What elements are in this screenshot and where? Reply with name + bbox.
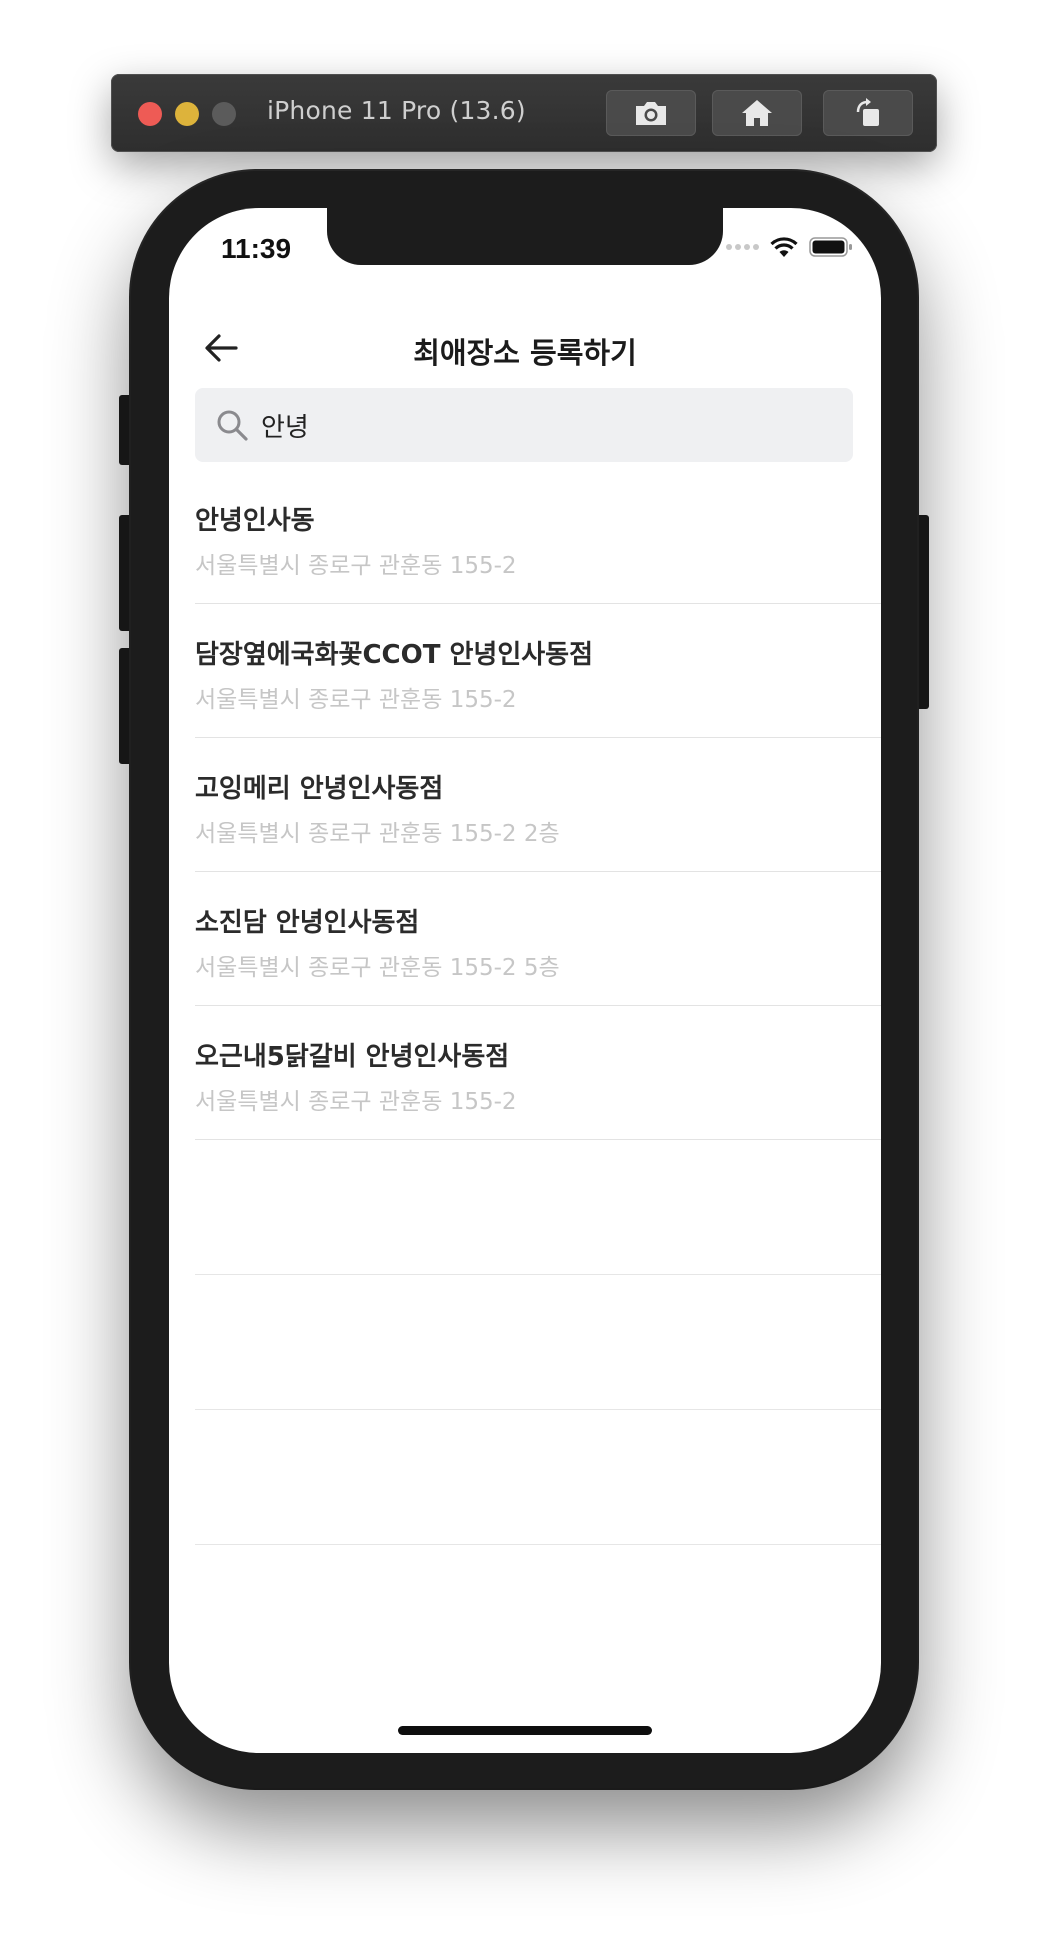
rotate-icon [856,98,879,126]
home-icon [742,100,772,126]
notch [327,208,723,265]
search-input[interactable] [261,388,821,462]
close-window-button[interactable] [138,102,162,126]
empty-list-row [195,1140,881,1275]
place-name: 안녕인사동 [195,506,315,536]
empty-list-row [195,1275,881,1410]
place-name: 고잉메리 안녕인사동점 [195,774,444,804]
place-address: 서울특별시 종로구 관훈동 155-2 [195,1089,517,1115]
home-indicator[interactable] [398,1726,652,1735]
power-button [915,515,929,709]
status-time: 11:39 [221,233,292,264]
place-address: 서울특별시 종로구 관훈동 155-2 [195,687,517,713]
results-list: 안녕인사동 서울특별시 종로구 관훈동 155-2 담장옆에국화꽃CCOT 안녕… [195,470,881,1545]
navigation-bar: 최애장소 등록하기 [169,308,881,388]
minimize-window-button[interactable] [175,102,199,126]
place-name: 오근내5닭갈비 안녕인사동점 [195,1042,510,1072]
phone-screen: 11:39 최애장소 등록하기 안녕 안녕인사동 서울특별시 종로구 관훈동 1… [169,208,881,1753]
wifi-icon [770,237,798,257]
simulator-stage: iPhone 11 Pro (13.6) 11:39 최애장소 등록하기 안녕 … [0,0,1048,1938]
battery-icon [809,237,852,257]
search-bar[interactable] [195,388,853,462]
cellular-signal-icon [726,244,759,250]
list-item[interactable]: 담장옆에국화꽃CCOT 안녕인사동점 서울특별시 종로구 관훈동 155-2 [195,604,881,738]
place-address: 서울특별시 종로구 관훈동 155-2 2층 [195,821,560,847]
page-title: 최애장소 등록하기 [413,336,637,370]
list-item[interactable]: 오근내5닭갈비 안녕인사동점 서울특별시 종로구 관훈동 155-2 [195,1006,881,1140]
home-button[interactable] [712,90,802,136]
zoom-window-button[interactable] [212,102,236,126]
empty-list-row [195,1410,881,1545]
list-item[interactable]: 고잉메리 안녕인사동점 서울특별시 종로구 관훈동 155-2 2층 [195,738,881,872]
search-icon [217,410,248,441]
list-item[interactable]: 소진담 안녕인사동점 서울특별시 종로구 관훈동 155-2 5층 [195,872,881,1006]
place-address: 서울특별시 종로구 관훈동 155-2 5층 [195,955,560,981]
simulator-title: iPhone 11 Pro (13.6) [267,96,526,125]
list-item[interactable]: 안녕인사동 서울특별시 종로구 관훈동 155-2 [195,470,881,604]
screenshot-button[interactable] [606,90,696,136]
rotate-button[interactable] [823,90,913,136]
camera-icon [636,102,666,125]
place-address: 서울특별시 종로구 관훈동 155-2 [195,553,517,579]
place-name: 소진담 안녕인사동점 [195,908,420,938]
status-indicators [726,236,853,258]
place-name: 담장옆에국화꽃CCOT 안녕인사동점 [195,640,594,670]
simulator-toolbar: iPhone 11 Pro (13.6) [111,74,937,152]
